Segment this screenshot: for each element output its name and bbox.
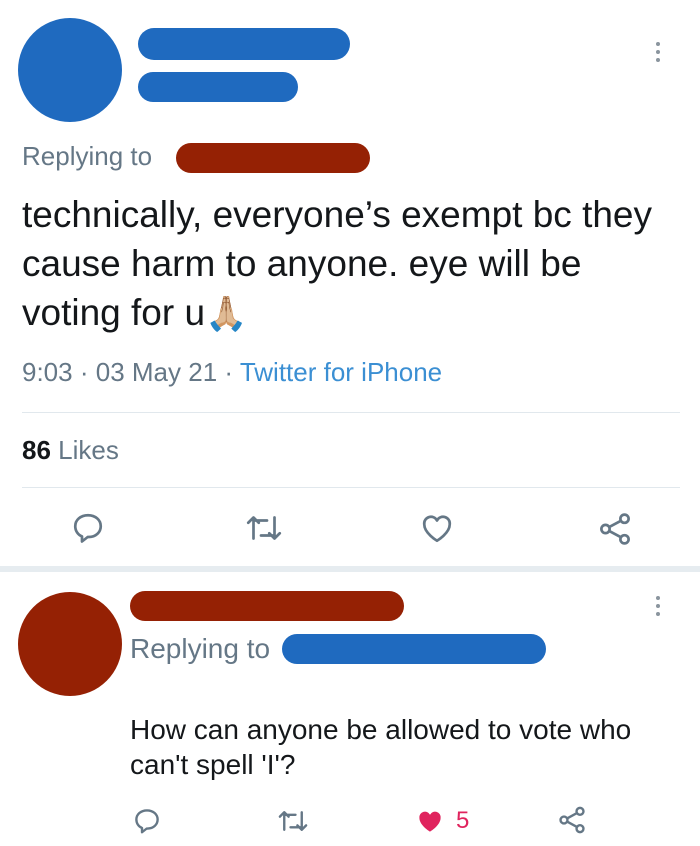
reply-icon[interactable] xyxy=(132,806,162,836)
like-count: 5 xyxy=(456,807,470,834)
like-icon[interactable] xyxy=(414,806,446,836)
like-icon[interactable] xyxy=(418,510,456,546)
tweet-text-body: technically, everyone’s exempt bc they c… xyxy=(22,194,653,333)
redacted-display-name xyxy=(130,591,404,621)
tweet-time: 9:03 xyxy=(22,357,73,387)
likes-label: Likes xyxy=(58,435,119,465)
reply-text-line: can't spell 'I'? xyxy=(130,749,296,780)
meta-separator: · xyxy=(79,357,89,387)
redacted-display-name xyxy=(138,28,350,60)
retweet-icon[interactable] xyxy=(244,510,284,546)
reply-text: How can anyone be allowed to vote who ca… xyxy=(130,712,631,782)
tweet-text: technically, everyone’s exempt bc they c… xyxy=(22,190,662,339)
avatar[interactable] xyxy=(18,592,122,696)
avatar[interactable] xyxy=(18,18,122,122)
folded-hands-emoji: 🙏🏼 xyxy=(205,295,248,333)
more-icon[interactable] xyxy=(656,596,660,616)
tweet-date: 03 May 21 xyxy=(95,357,218,387)
more-icon[interactable] xyxy=(656,42,660,62)
redacted-reply-target[interactable] xyxy=(282,634,546,664)
redacted-username xyxy=(138,72,298,102)
divider xyxy=(22,412,680,413)
share-icon[interactable] xyxy=(596,510,634,548)
retweet-icon[interactable] xyxy=(276,806,310,836)
likes-stat[interactable]: 86 Likes xyxy=(22,434,119,466)
reply-text-line: How can anyone be allowed to vote who xyxy=(130,714,632,745)
main-tweet: Replying to technically, everyone’s exem… xyxy=(0,0,700,566)
replying-to-label: Replying to xyxy=(22,141,153,171)
replying-to-label: Replying to xyxy=(130,633,271,664)
redacted-reply-target[interactable] xyxy=(176,143,370,173)
tweet-source-link[interactable]: Twitter for iPhone xyxy=(240,357,442,387)
divider xyxy=(22,487,680,488)
reply-icon[interactable] xyxy=(70,510,106,546)
likes-count: 86 xyxy=(22,435,51,465)
tweet-meta: 9:03 · 03 May 21 · Twitter for iPhone xyxy=(22,356,442,388)
reply-tweet: Replying to How can anyone be allowed to… xyxy=(0,572,700,846)
share-icon[interactable] xyxy=(556,804,588,836)
meta-separator: · xyxy=(224,357,234,387)
